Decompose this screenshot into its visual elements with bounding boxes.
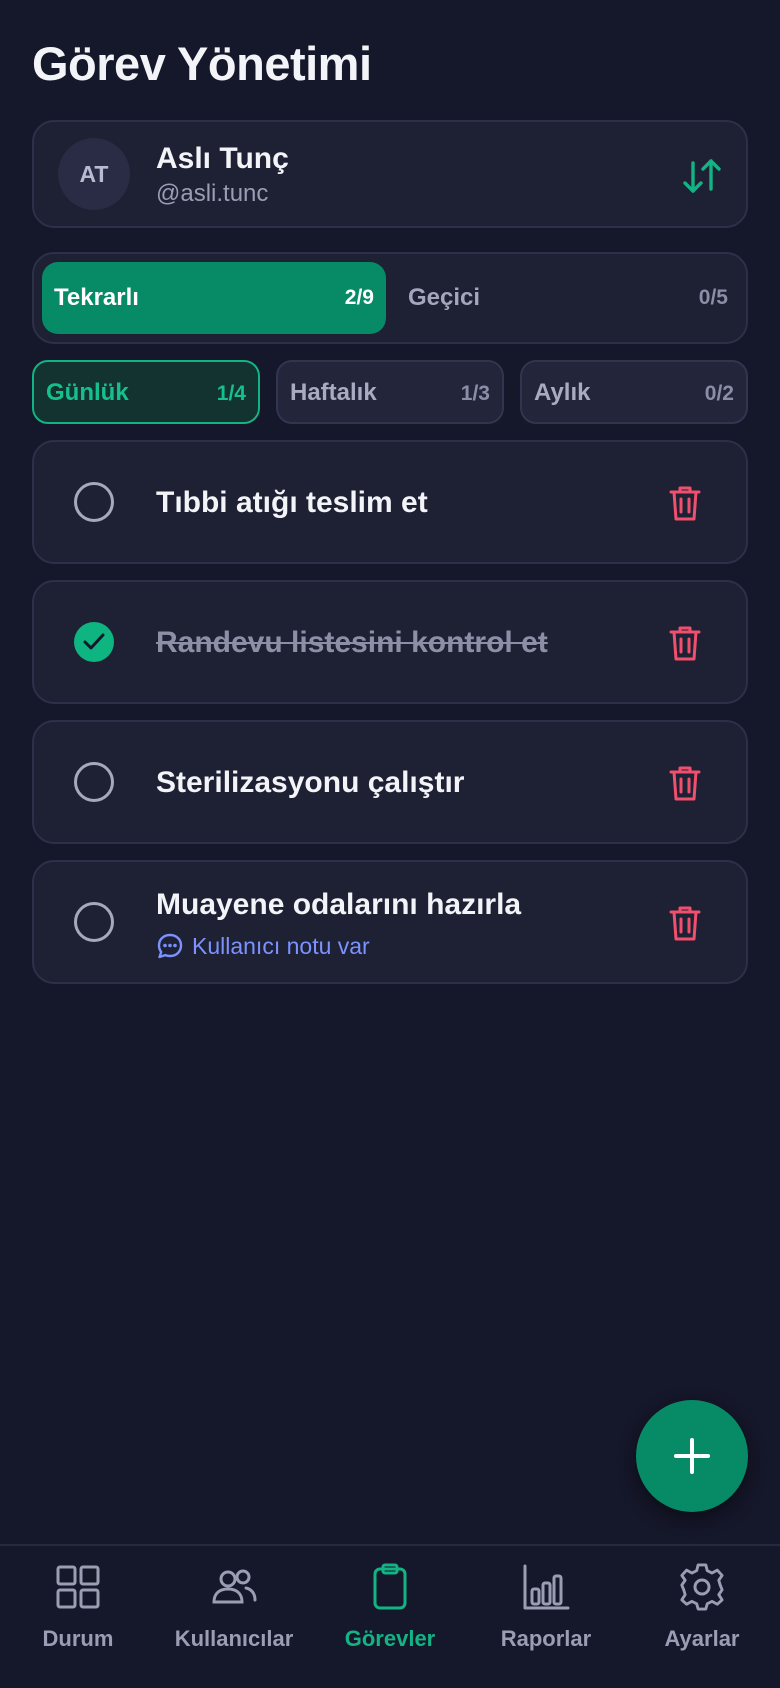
nav-item-settings[interactable]: Ayarlar xyxy=(624,1562,780,1652)
chat-bubble-icon xyxy=(157,933,183,959)
bar-chart-icon xyxy=(523,1564,570,1610)
gear-icon xyxy=(680,1563,724,1611)
task-item[interactable]: Tıbbi atığı teslim et xyxy=(32,440,748,564)
nav-item-reports[interactable]: Raporlar xyxy=(468,1562,624,1652)
nav-item-tasks[interactable]: Görevler xyxy=(312,1562,468,1652)
task-note-indicator[interactable]: Kullanıcı notu var xyxy=(156,932,370,960)
trash-icon xyxy=(669,906,701,941)
task-item[interactable]: Sterilizasyonu çalıştır xyxy=(32,720,748,844)
period-tab-weekly-label: Haftalık xyxy=(290,379,377,406)
grid-icon xyxy=(56,1565,100,1609)
bottom-navigation: Durum Kullanıcılar Görevler Raporlar Aya… xyxy=(0,1544,780,1688)
tab-recurring-label: Tekrarlı xyxy=(54,284,139,311)
task-title: Muayene odalarını hazırla xyxy=(156,888,522,921)
task-item[interactable]: Randevu listesini kontrol et xyxy=(32,580,748,704)
tab-temporary-count: 0/5 xyxy=(698,286,728,309)
period-tab-monthly[interactable]: Aylık 0/2 xyxy=(520,360,748,424)
plus-icon xyxy=(674,1438,710,1474)
nav-item-label: Kullanıcılar xyxy=(174,1626,294,1651)
page-title: Görev Yönetimi xyxy=(32,37,372,90)
nav-item-label: Durum xyxy=(42,1626,114,1651)
nav-item-label: Görevler xyxy=(344,1626,436,1651)
task-management-screen: Görev Yönetimi AT Aslı Tunç @asli.tunc T… xyxy=(0,0,780,1688)
task-title: Randevu listesini kontrol et xyxy=(156,626,548,659)
nav-item-label: Raporlar xyxy=(500,1626,592,1651)
switch-user-button[interactable] xyxy=(680,154,724,198)
swap-vertical-icon xyxy=(683,159,721,193)
clipboard-icon xyxy=(373,1563,407,1610)
nav-item-status[interactable]: Durum xyxy=(0,1562,156,1652)
delete-task-button[interactable] xyxy=(668,904,702,942)
period-tab-daily-label: Günlük xyxy=(46,379,129,406)
avatar: AT xyxy=(58,138,130,210)
delete-task-button[interactable] xyxy=(668,624,702,662)
user-name: Aslı Tunç xyxy=(156,142,289,175)
period-tab-daily[interactable]: Günlük 1/4 xyxy=(32,360,260,424)
task-title: Tıbbi atığı teslim et xyxy=(156,486,428,519)
nav-item-users[interactable]: Kullanıcılar xyxy=(156,1562,312,1652)
tab-temporary[interactable]: Geçici 0/5 xyxy=(396,262,740,334)
trash-icon xyxy=(669,626,701,661)
task-title: Sterilizasyonu çalıştır xyxy=(156,766,465,799)
task-item[interactable]: Muayene odalarını hazırla Kullanıcı notu… xyxy=(32,860,748,984)
period-tab-monthly-label: Aylık xyxy=(534,379,591,406)
trash-icon xyxy=(669,486,701,521)
tab-recurring-count: 2/9 xyxy=(344,286,374,309)
period-tab-weekly-count: 1/3 xyxy=(460,382,490,405)
trash-icon xyxy=(669,766,701,801)
task-checkbox[interactable] xyxy=(74,762,114,802)
users-icon xyxy=(212,1569,257,1604)
delete-task-button[interactable] xyxy=(668,764,702,802)
task-checkbox-checked[interactable] xyxy=(74,622,114,662)
task-checkbox[interactable] xyxy=(74,482,114,522)
task-type-segmented-control: Tekrarlı 2/9 Geçici 0/5 xyxy=(32,252,748,344)
delete-task-button[interactable] xyxy=(668,484,702,522)
add-task-button[interactable] xyxy=(636,1400,748,1512)
user-card[interactable]: AT Aslı Tunç @asli.tunc xyxy=(32,120,748,228)
user-handle: @asli.tunc xyxy=(156,180,269,207)
period-tab-monthly-count: 0/2 xyxy=(704,382,734,405)
period-tab-daily-count: 1/4 xyxy=(216,382,246,405)
tab-temporary-label: Geçici xyxy=(408,284,481,311)
period-tab-weekly[interactable]: Haftalık 1/3 xyxy=(276,360,504,424)
task-note-label: Kullanıcı notu var xyxy=(192,932,370,959)
check-icon xyxy=(83,633,105,650)
nav-item-label: Ayarlar xyxy=(664,1626,740,1651)
tab-recurring[interactable]: Tekrarlı 2/9 xyxy=(42,262,386,334)
task-checkbox[interactable] xyxy=(74,902,114,942)
